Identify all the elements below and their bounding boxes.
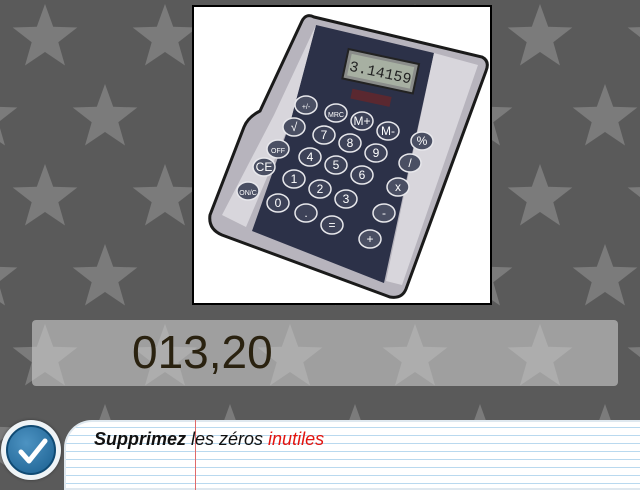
calculator-key-label: x — [395, 180, 401, 194]
calculator-image: 3.14159 +/- √ OFF CE ON/C MRC M+ M-% 7 8 9/4 5 6 x 1 2 3… — [192, 5, 492, 305]
calculator-key-label: % — [417, 134, 428, 148]
calculator-key-label: 9 — [373, 146, 380, 160]
calculator-key-label: 0 — [275, 196, 282, 210]
instruction-verb: Supprimez — [94, 429, 187, 449]
calculator-key-label: +/- — [302, 104, 311, 111]
validate-button[interactable] — [1, 420, 61, 480]
calculator-key-label: 3 — [343, 192, 350, 206]
calculator-key-label: M- — [381, 124, 395, 138]
calculator-key-label: 5 — [333, 158, 340, 172]
instruction-highlight: inutiles — [268, 429, 325, 449]
calculator-key-label: ON/C — [239, 190, 257, 197]
calculator-key-label: √ — [291, 120, 298, 134]
calculator-key-label: = — [328, 218, 335, 232]
calculator-key-label: 6 — [359, 168, 366, 182]
calculator-illustration: 3.14159 +/-√OFFCEON/CMRC M+M-%789/456x123… — [208, 14, 489, 299]
calculator-key-label: + — [366, 232, 373, 246]
answer-bar[interactable]: 013,20 — [32, 320, 618, 386]
calculator-key-label: OFF — [271, 148, 285, 155]
validate-button-face[interactable] — [6, 425, 56, 475]
instruction-text: Supprimez les zéros inutiles — [94, 429, 324, 450]
checkmark-icon — [18, 438, 48, 464]
calculator-key-label: . — [304, 206, 307, 220]
calculator-key-label: 2 — [317, 182, 324, 196]
calculator-key-label: MRC — [328, 112, 344, 119]
calculator-key-label: CE — [256, 160, 273, 174]
calculator-key-label: - — [382, 206, 386, 220]
calculator-key-label: 7 — [321, 128, 328, 142]
answer-value: 013,20 — [132, 326, 273, 378]
calculator-key-label: 1 — [291, 172, 298, 186]
instruction-middle: les zéros — [186, 429, 269, 449]
calculator-key-label: M+ — [353, 114, 370, 128]
calculator-key-label: 8 — [347, 136, 354, 150]
calculator-key-label: 4 — [307, 150, 314, 164]
